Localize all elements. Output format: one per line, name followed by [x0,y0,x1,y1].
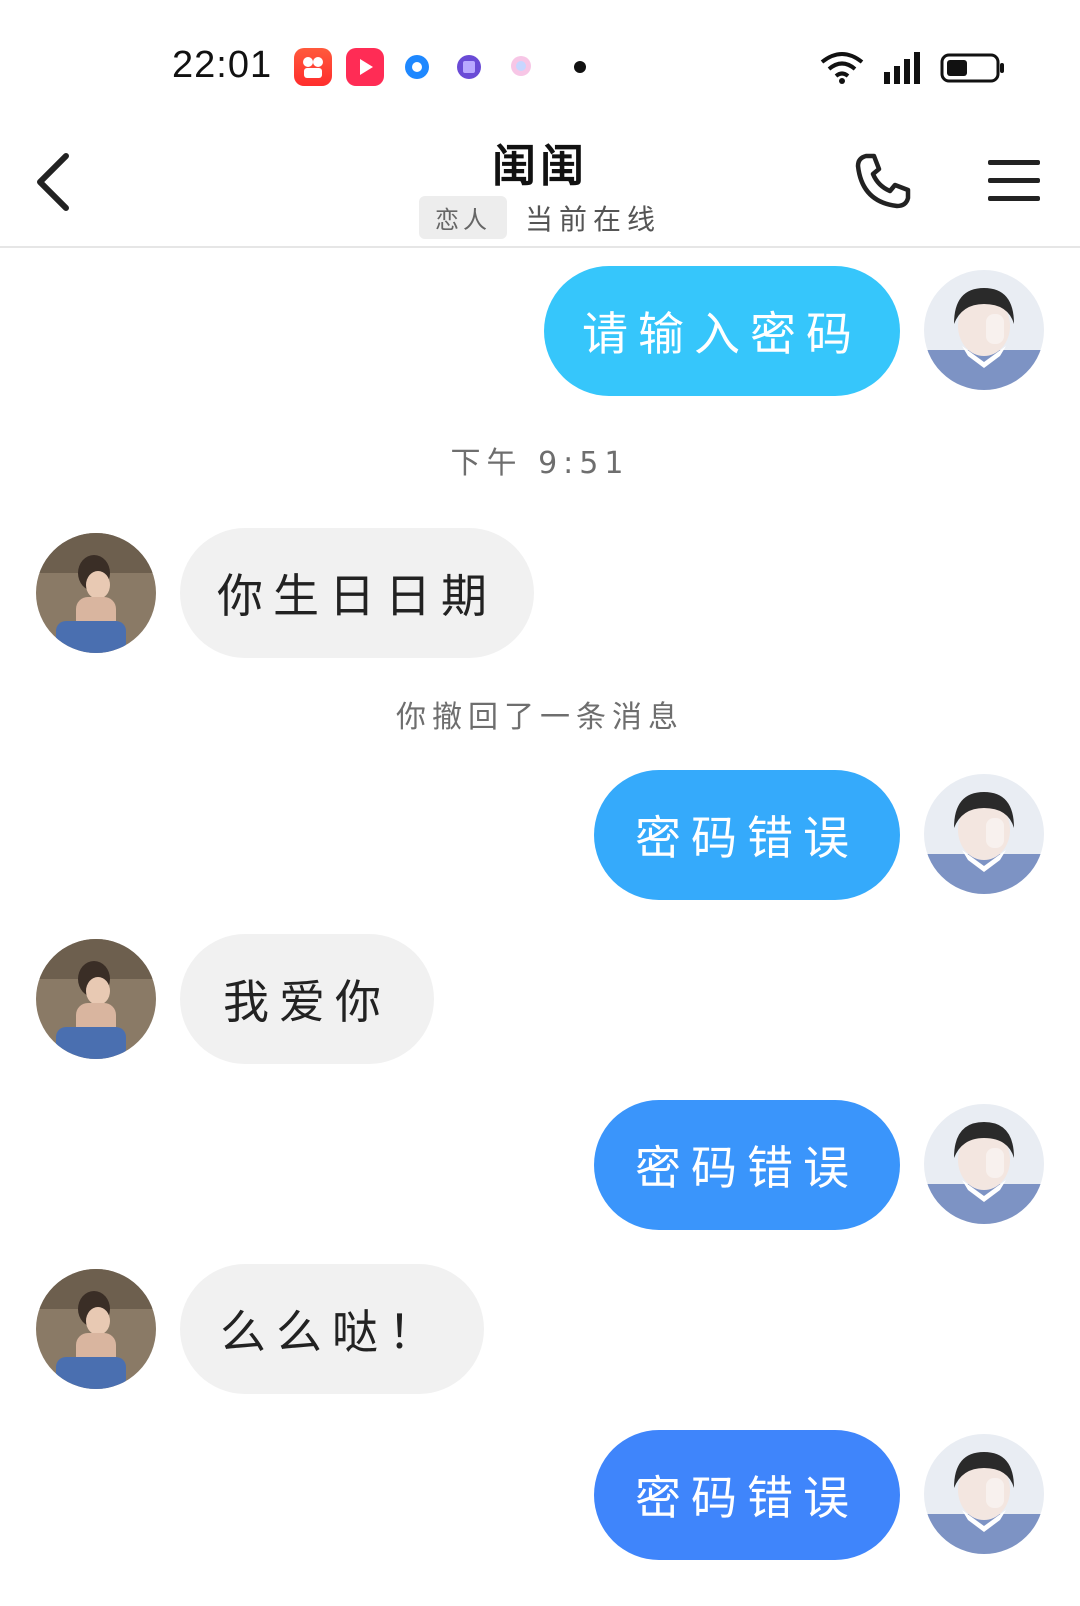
video-app-icon [346,48,384,86]
battery-icon [940,53,1004,83]
my-avatar[interactable] [924,270,1044,390]
message-bubble[interactable]: 我爱你 [180,934,434,1064]
message-bubble[interactable]: 请输入密码 [544,266,900,396]
message-row-outgoing: 密码错误 [0,1100,1080,1230]
contact-avatar[interactable] [36,533,156,653]
message-row-outgoing: 密码错误 [0,770,1080,900]
chat-header: 闺闺 恋人 当前在线 [0,120,1080,248]
browser-app-icon [398,48,436,86]
message-bubble[interactable]: 密码错误 [594,1100,900,1230]
message-bubble[interactable]: 么么哒！ [180,1264,484,1394]
message-bubble[interactable]: 密码错误 [594,1430,900,1560]
message-row-incoming: 你生日日期 [0,528,1080,658]
status-time: 22:01 [172,44,273,86]
menu-icon [988,160,1040,201]
message-row-incoming: 我爱你 [0,934,1080,1064]
status-indicators [818,50,1006,86]
contact-avatar[interactable] [36,1269,156,1389]
my-avatar[interactable] [924,1434,1044,1554]
message-bubble[interactable]: 你生日日期 [180,528,534,658]
online-status: 当前在线 [524,202,661,236]
chat-subtitle: 恋人 当前在线 [0,196,1080,239]
message-row-outgoing: 密码错误 [0,1430,1080,1560]
status-app-icons [294,48,586,86]
my-avatar[interactable] [924,774,1044,894]
menu-button[interactable] [986,156,1042,206]
contact-avatar[interactable] [36,939,156,1059]
message-bubble[interactable]: 密码错误 [594,770,900,900]
candy-app-icon [502,48,540,86]
relation-badge: 恋人 [418,196,507,239]
phone-icon [855,153,911,209]
kuaishou-app-icon [294,48,332,86]
my-avatar[interactable] [924,1104,1044,1224]
chat-title: 闺闺 [492,141,588,192]
message-row-incoming: 么么哒！ [0,1264,1080,1394]
voice-call-button[interactable] [852,150,914,212]
wifi-icon [820,52,864,84]
notification-dot-icon [574,61,586,73]
status-bar: 22:01 [0,0,1080,120]
timestamp-separator: 下午 9:51 [450,446,630,481]
recall-notice: 你撤回了一条消息 [396,700,684,735]
purple-app-icon [450,48,488,86]
message-row-outgoing: 请输入密码 [0,266,1080,396]
message-list[interactable]: 请输入密码 下午 9:51 你生日日期 你撤回了一条消息 密码错误 我爱你 密码… [0,248,1080,1606]
signal-icon [884,52,920,84]
